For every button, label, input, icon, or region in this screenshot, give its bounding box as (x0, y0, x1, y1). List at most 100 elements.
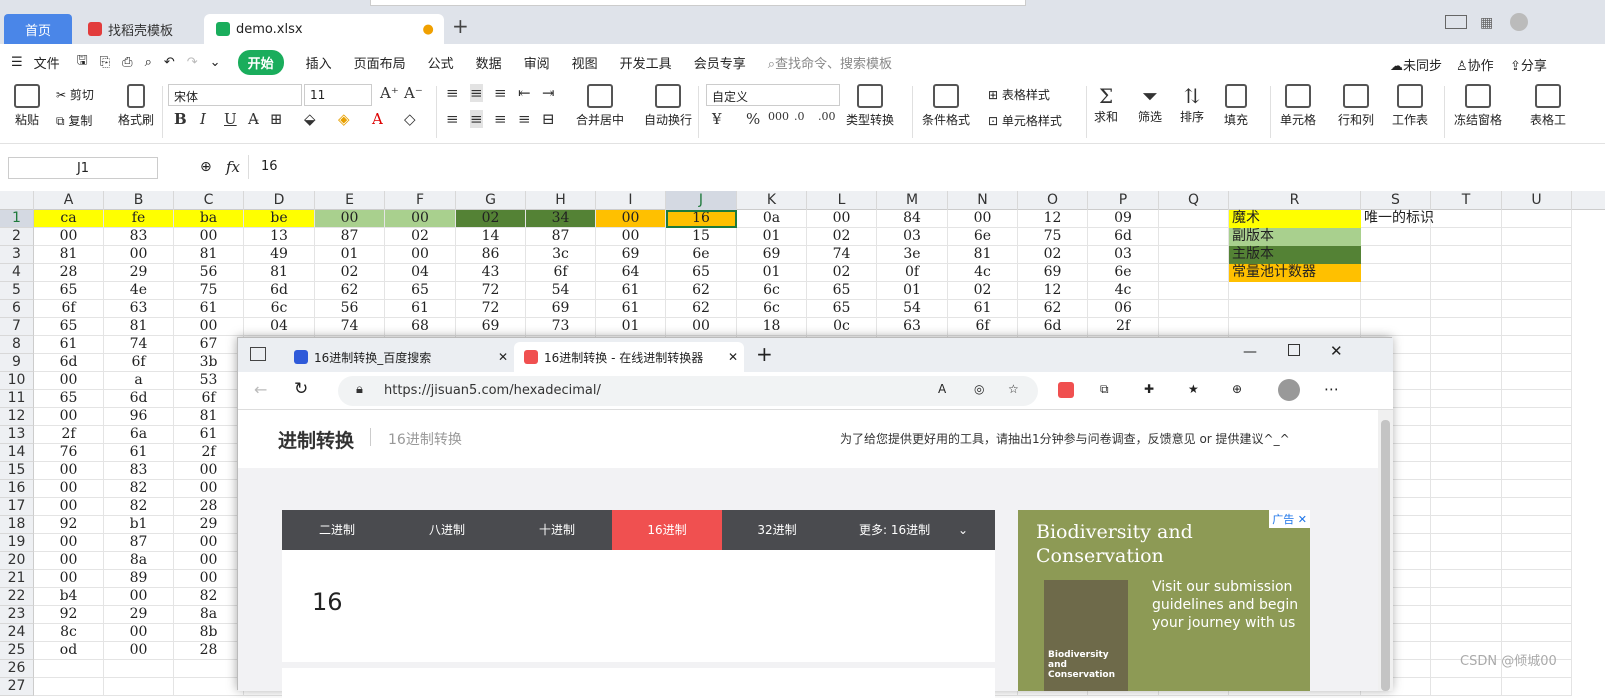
cell[interactable]: 62 (315, 282, 385, 300)
row-header[interactable]: 22 (0, 588, 34, 606)
grid-apps-icon[interactable]: ▦ (1480, 15, 1493, 31)
cell[interactable] (1361, 228, 1431, 246)
cell[interactable] (1361, 282, 1431, 300)
cell[interactable]: 69 (526, 300, 596, 318)
cell[interactable] (34, 678, 104, 696)
cell[interactable]: 00 (34, 570, 104, 588)
fx-icon[interactable]: fx (226, 158, 240, 176)
profile-avatar[interactable] (1278, 379, 1300, 401)
column-header[interactable]: E (315, 191, 385, 210)
cell[interactable] (1502, 426, 1572, 444)
cell[interactable]: 62 (666, 282, 737, 300)
cell[interactable]: 00 (174, 318, 244, 336)
indent-decrease-icon[interactable]: ⇤ (518, 84, 531, 102)
cell[interactable]: 65 (34, 390, 104, 408)
cell[interactable]: 61 (104, 444, 174, 462)
cell[interactable]: 13 (244, 228, 315, 246)
sync-status[interactable]: ☁未同步 (1390, 55, 1442, 74)
align-top-icon[interactable]: ≡ (446, 84, 459, 102)
cell[interactable] (1502, 480, 1572, 498)
cell[interactable]: fe (104, 210, 174, 228)
clear-icon[interactable]: ◇ (404, 110, 416, 128)
collections-icon[interactable]: ⧉ (1100, 382, 1109, 397)
cell[interactable]: 61 (34, 336, 104, 354)
cell[interactable]: 03 (877, 228, 948, 246)
cell[interactable] (1502, 282, 1572, 300)
font-color-icon[interactable]: A (372, 110, 383, 128)
cell[interactable]: 62 (1018, 300, 1088, 318)
cell[interactable]: od (34, 642, 104, 660)
cell[interactable]: ba (174, 210, 244, 228)
cell[interactable]: 18 (737, 318, 807, 336)
cell[interactable]: 6e (948, 228, 1018, 246)
menu-insert[interactable]: 插入 (306, 53, 332, 72)
column-header[interactable]: U (1502, 191, 1572, 210)
cell[interactable] (1431, 210, 1502, 228)
cell[interactable]: 3e (877, 246, 948, 264)
cell[interactable]: 76 (34, 444, 104, 462)
cell[interactable]: 54 (526, 282, 596, 300)
cell[interactable]: 00 (174, 570, 244, 588)
cell[interactable]: 04 (244, 318, 315, 336)
cell[interactable] (1159, 246, 1229, 264)
browser-tab-baidu[interactable]: 16进制转换_百度搜索 ✕ (284, 342, 514, 372)
cell[interactable] (1502, 336, 1572, 354)
cell[interactable] (1229, 300, 1361, 318)
cut-button[interactable]: ✂ 剪切 (56, 86, 94, 103)
align-bottom-icon[interactable]: ≡ (494, 84, 507, 102)
row-header[interactable]: 26 (0, 660, 34, 678)
cell[interactable] (174, 678, 244, 696)
cell[interactable]: 2f (1088, 318, 1159, 336)
cell[interactable]: 02 (948, 282, 1018, 300)
maximize-icon[interactable] (1288, 344, 1300, 356)
cell[interactable]: 87 (104, 534, 174, 552)
column-header[interactable]: B (104, 191, 174, 210)
cell[interactable]: 53 (174, 372, 244, 390)
cell[interactable]: 00 (34, 498, 104, 516)
cell[interactable]: 6d (1018, 318, 1088, 336)
highlight-icon[interactable]: ◈ (338, 110, 350, 128)
row-header[interactable]: 24 (0, 624, 34, 642)
cell[interactable] (1431, 390, 1502, 408)
column-header[interactable]: N (948, 191, 1018, 210)
ad-banner[interactable]: 广告 ✕ Biodiversity and Conservation Biodi… (1018, 510, 1310, 691)
cell[interactable]: 0c (807, 318, 877, 336)
table-style-button[interactable]: ⊞ 表格样式 (988, 86, 1050, 103)
cell[interactable]: 6c (737, 300, 807, 318)
cell[interactable] (1502, 318, 1572, 336)
browser-tab-converter[interactable]: 16进制转换 - 在线进制转换器 ✕ (514, 342, 744, 372)
cell[interactable]: 56 (315, 300, 385, 318)
column-header[interactable]: P (1088, 191, 1159, 210)
cell[interactable]: 61 (948, 300, 1018, 318)
type-convert-button[interactable]: 类型转换 (846, 84, 894, 128)
cell[interactable]: 61 (385, 300, 456, 318)
extensions-icon[interactable]: ✚ (1144, 382, 1154, 396)
row-header[interactable]: 16 (0, 480, 34, 498)
cell[interactable]: 82 (104, 480, 174, 498)
cell[interactable]: 65 (666, 264, 737, 282)
cell[interactable]: 0f (877, 264, 948, 282)
cell[interactable]: 63 (877, 318, 948, 336)
merge-center-button[interactable]: 合并居中 (576, 84, 624, 128)
strike-icon[interactable]: A̶ (248, 110, 259, 128)
cell[interactable]: 12 (1018, 282, 1088, 300)
thousands-icon[interactable]: 000 (768, 110, 789, 123)
decimal-increase-icon[interactable]: .0 (794, 110, 805, 123)
row-header[interactable]: 13 (0, 426, 34, 444)
cell[interactable]: 6f (34, 300, 104, 318)
cell[interactable]: 6d (1088, 228, 1159, 246)
cell[interactable]: 34 (526, 210, 596, 228)
cell[interactable]: 3b (174, 354, 244, 372)
print-icon[interactable]: ⎙ (122, 55, 132, 70)
cell[interactable] (1361, 264, 1431, 282)
cell[interactable]: 02 (1018, 246, 1088, 264)
sum-button[interactable]: Σ 求和 (1094, 84, 1118, 125)
cell[interactable]: 65 (385, 282, 456, 300)
cell[interactable] (1502, 462, 1572, 480)
column-header[interactable]: M (877, 191, 948, 210)
menu-view[interactable]: 视图 (572, 53, 598, 72)
cell[interactable] (34, 660, 104, 678)
cell[interactable]: 6a (104, 426, 174, 444)
cell[interactable] (1502, 606, 1572, 624)
cell[interactable]: 29 (174, 516, 244, 534)
